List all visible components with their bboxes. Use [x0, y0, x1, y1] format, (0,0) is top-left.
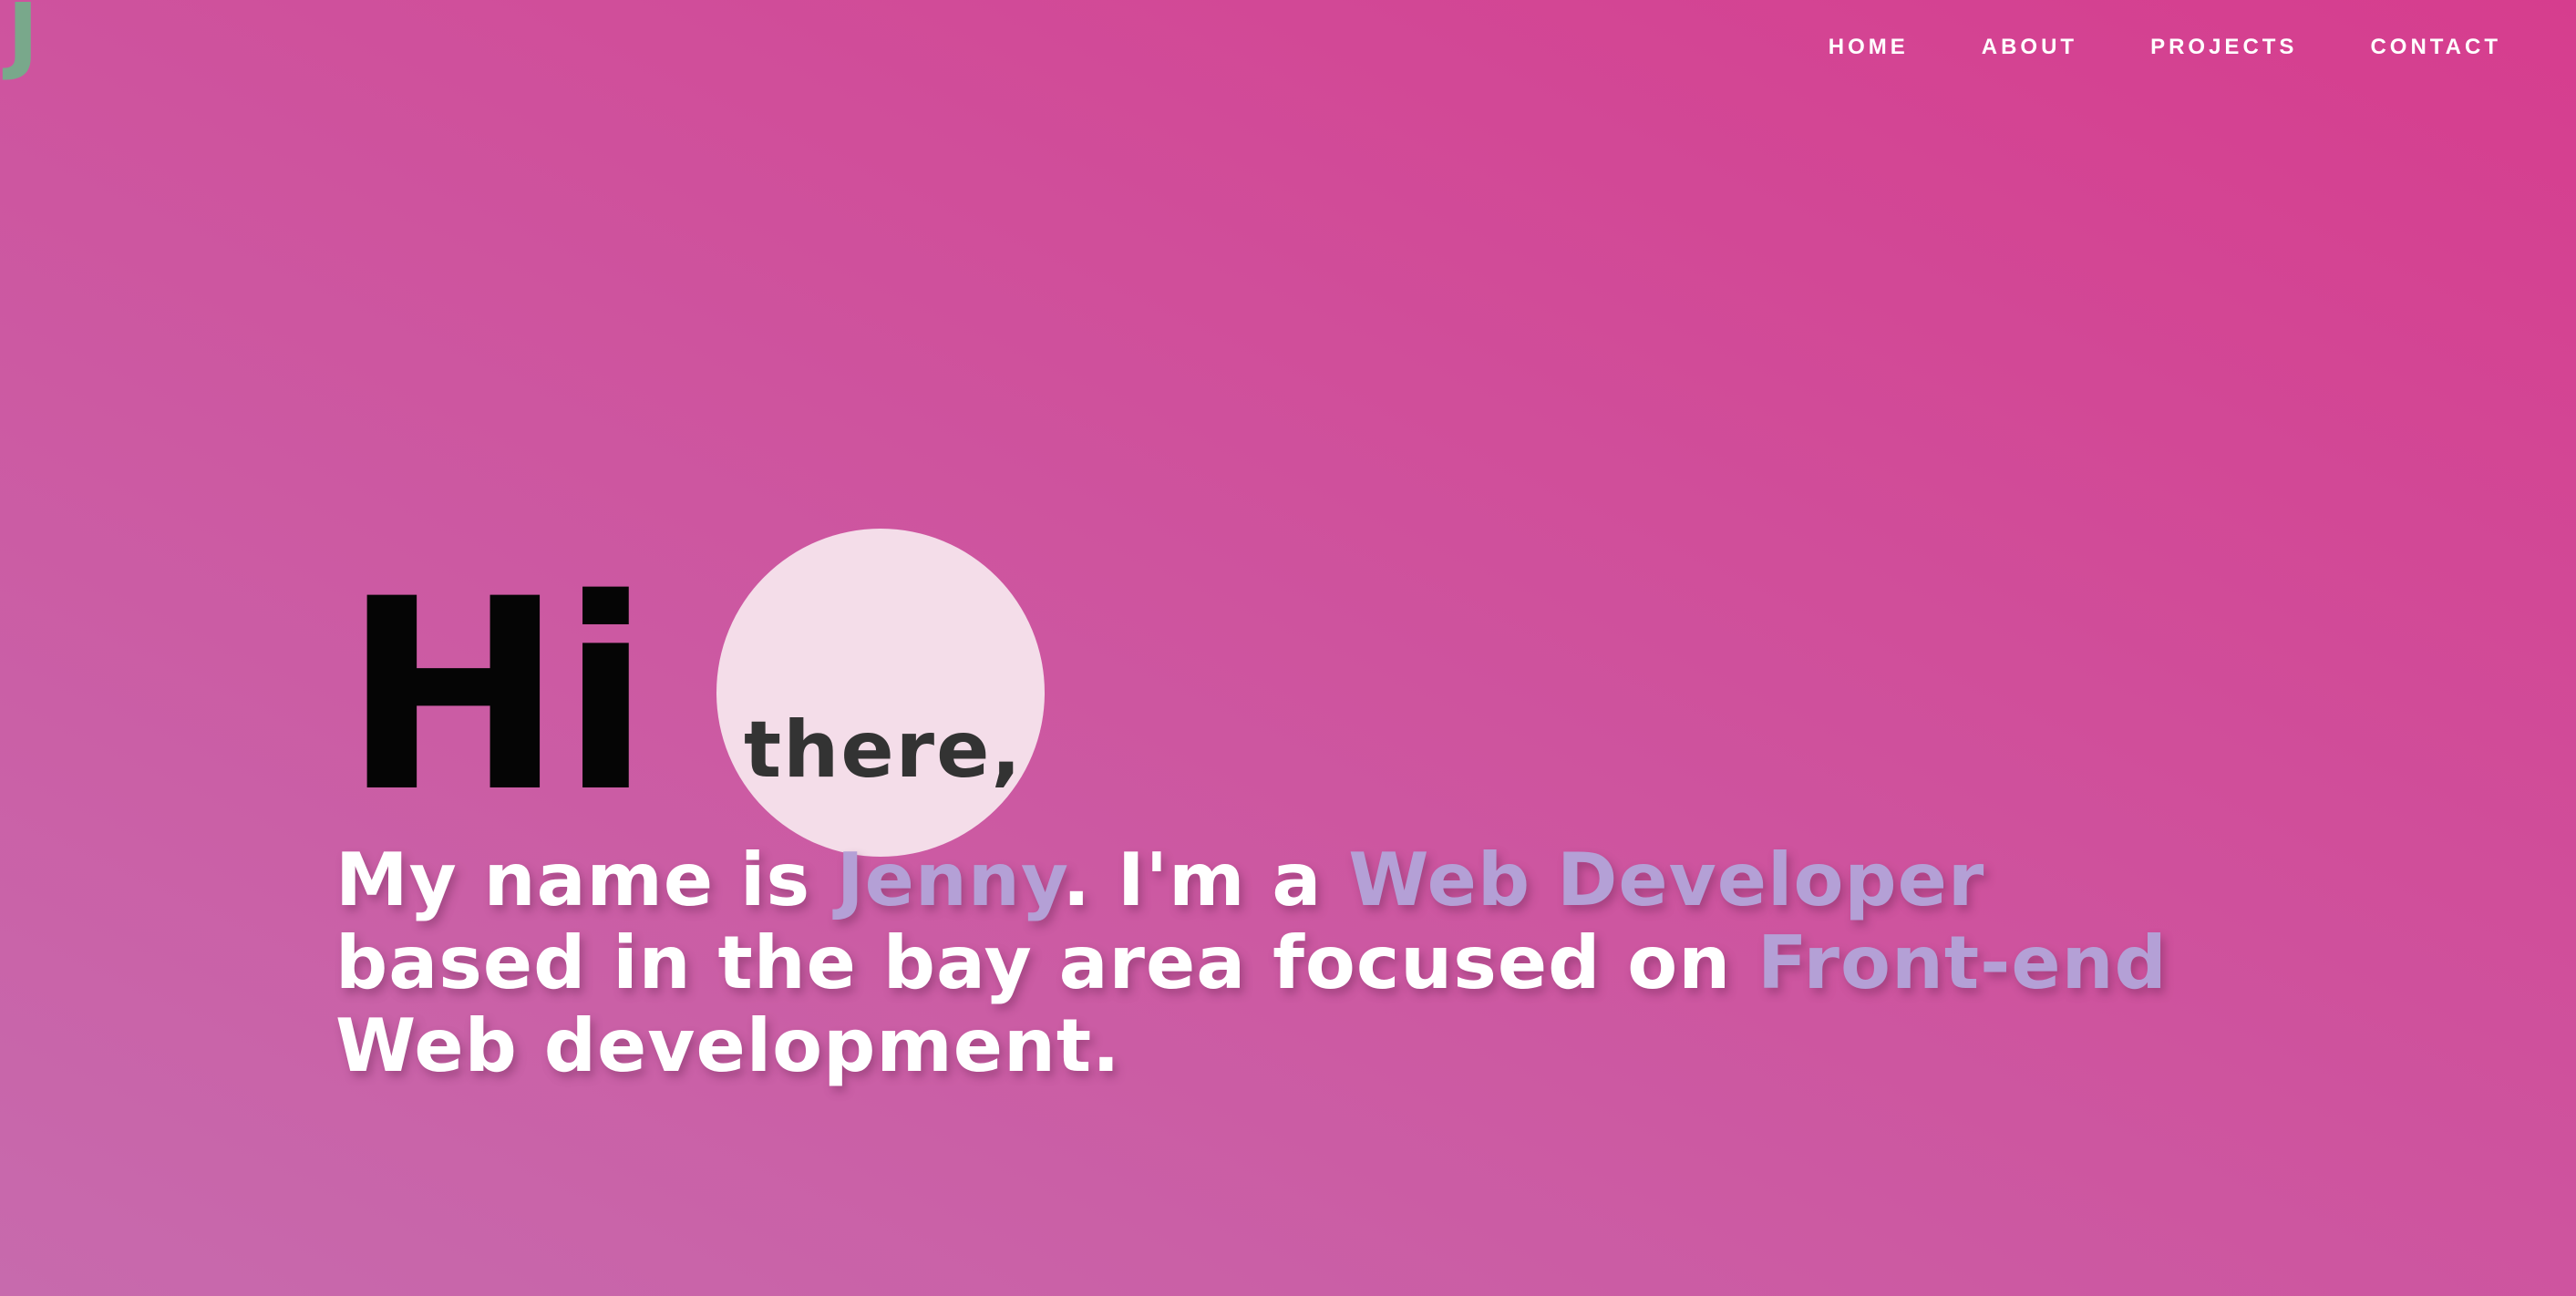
intro-part-1: My name is [335, 838, 837, 922]
intro-part-3: based in the bay area focused on [335, 921, 1757, 1005]
greeting: Hi there, [335, 519, 2250, 857]
intro-name: Jenny [836, 838, 1063, 922]
main-nav: HOME ABOUT PROJECTS CONTACT [1756, 35, 2501, 60]
intro-role: Web Developer [1348, 838, 1985, 922]
decorative-circle [716, 529, 1045, 857]
logo[interactable]: J [7, 0, 38, 77]
intro-part-4: Web development. [335, 1003, 1121, 1088]
nav-contact[interactable]: CONTACT [2370, 35, 2501, 60]
greeting-hi: Hi [343, 543, 651, 850]
intro-focus: Front-end [1757, 921, 2168, 1005]
intro-text: My name is Jenny. I'm a Web Developer ba… [335, 838, 2250, 1087]
nav-about[interactable]: ABOUT [1982, 35, 2077, 60]
nav-projects[interactable]: PROJECTS [2150, 35, 2297, 60]
greeting-there: there, [744, 705, 1024, 796]
nav-home[interactable]: HOME [1829, 35, 1909, 60]
intro-part-2: . I'm a [1062, 838, 1349, 922]
hero-section: Hi there, My name is Jenny. I'm a Web De… [335, 519, 2250, 1087]
